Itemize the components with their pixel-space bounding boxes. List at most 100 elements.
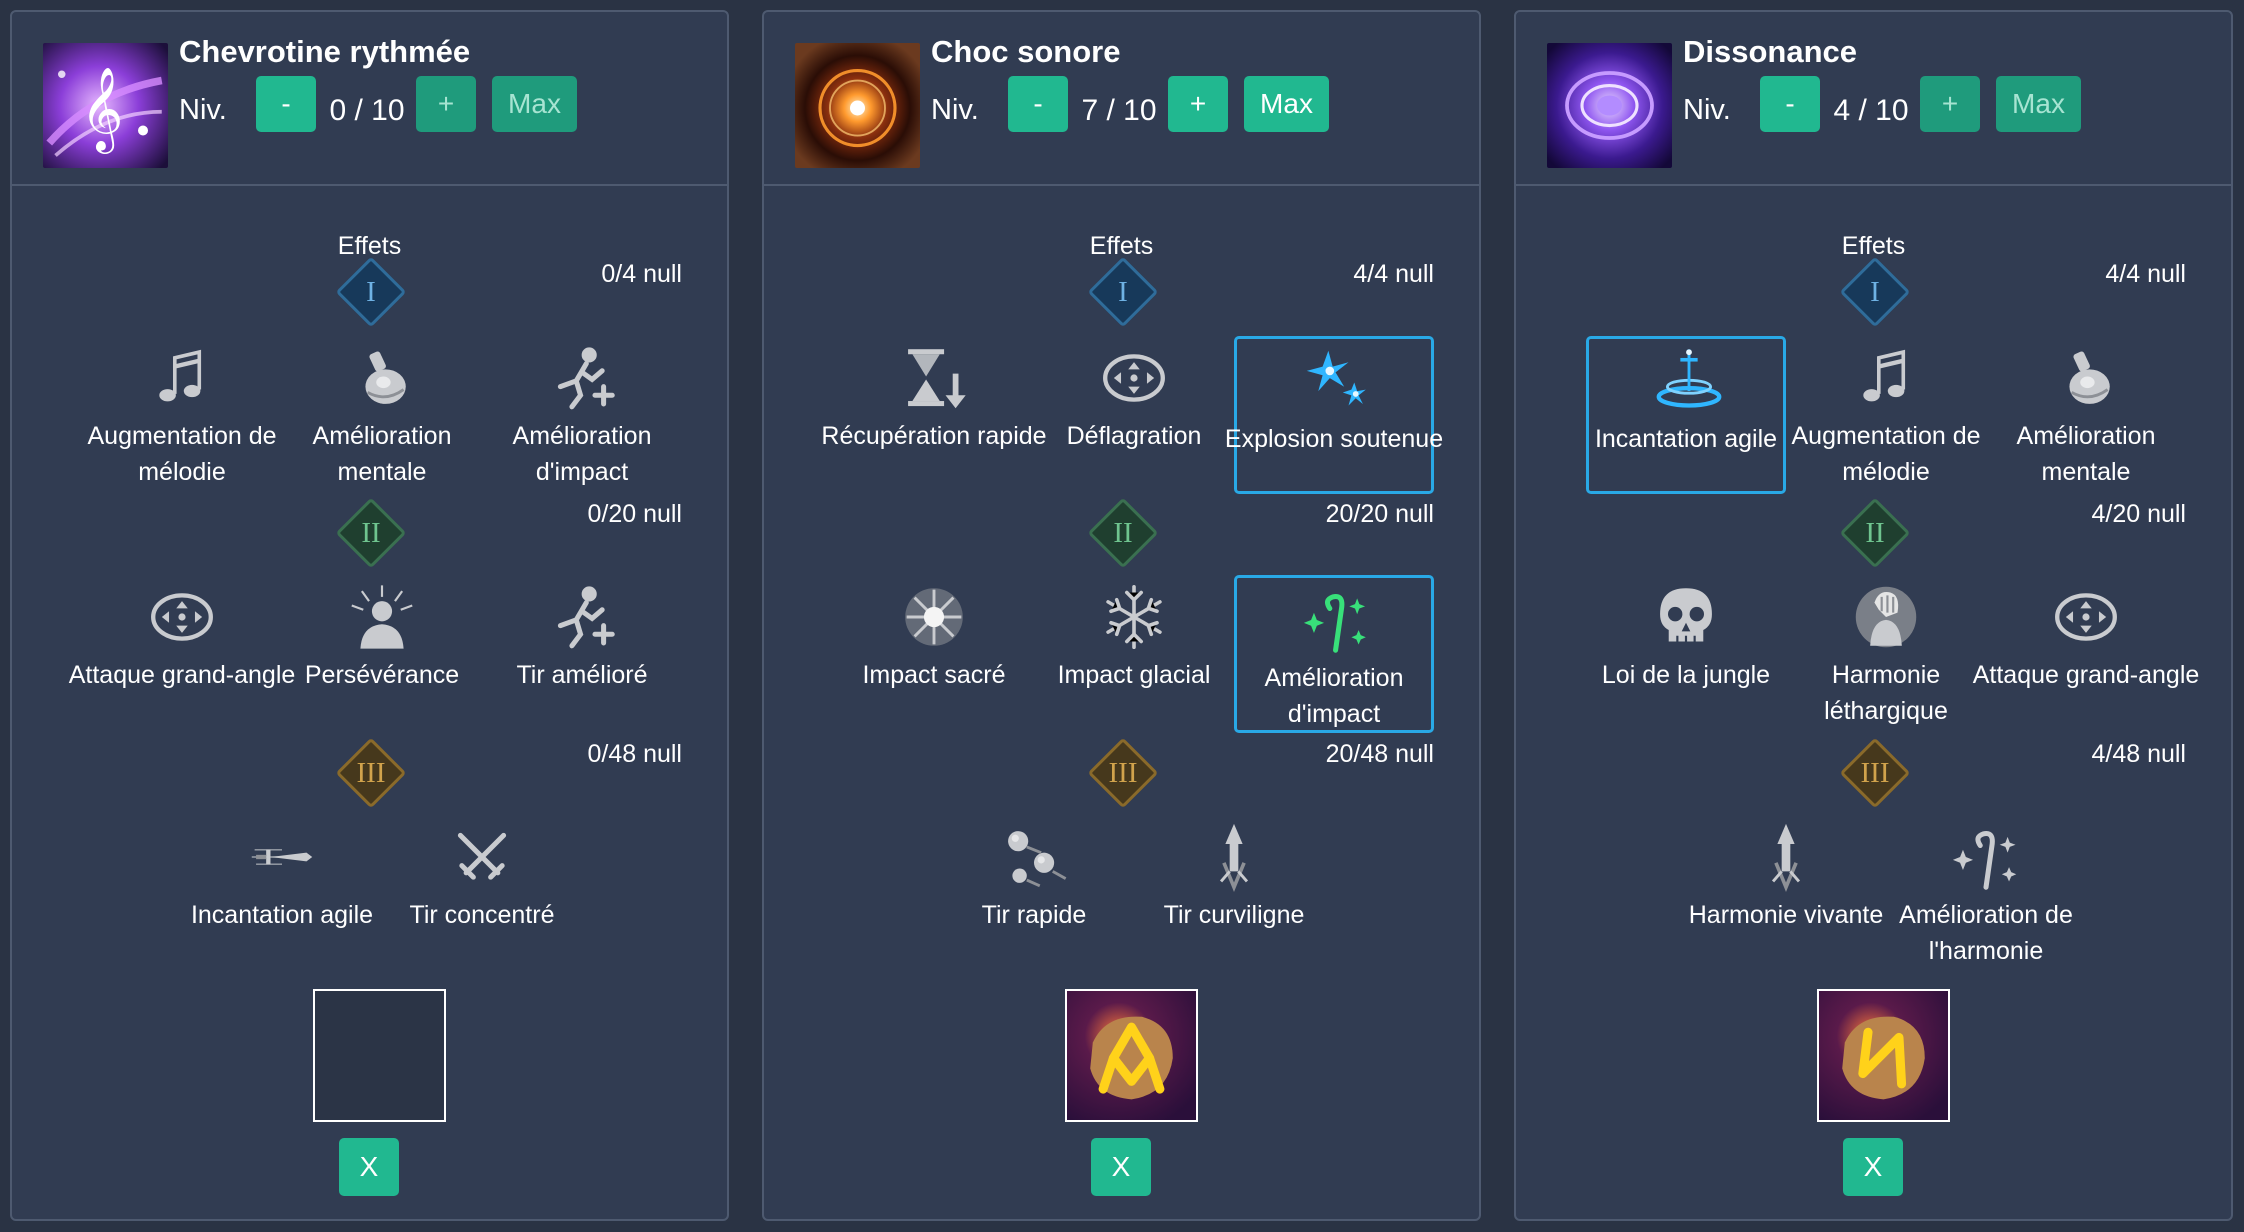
music-note-wave-icon: 𝄞 <box>43 43 168 168</box>
effect-label: Amélioration d'impact <box>512 422 652 486</box>
effect-option[interactable]: Loi de la jungle <box>1586 575 1786 733</box>
effect-label: Amélioration de l'harmonie <box>1899 901 2073 965</box>
level-label: Niv. <box>931 94 979 126</box>
effect-label: Incantation agile <box>190 901 374 929</box>
effect-label: Récupération rapide <box>821 422 1047 450</box>
potion-flask-icon <box>346 342 418 414</box>
effect-option[interactable]: Amélioration d'impact <box>1234 575 1434 733</box>
effect-option[interactable]: Incantation agile <box>1586 336 1786 494</box>
skill-panel: 𝄞 Chevrotine rythmée Niv. -0 / 10 + Max Effets… <box>10 10 729 1221</box>
effect-option[interactable]: Harmonie vivante <box>1686 815 1886 973</box>
svg-text:𝄞: 𝄞 <box>81 67 124 154</box>
skill-header: Choc sonore Niv. -7 / 10 + Max <box>764 12 1479 186</box>
effect-label: Impact glacial <box>1057 661 1211 689</box>
effect-option[interactable]: Augmentation de mélodie <box>82 336 282 494</box>
level-value: 7 / 10 <box>1081 94 1157 127</box>
level-decrease-button[interactable]: - <box>256 76 316 132</box>
skill-name: Choc sonore <box>931 34 1121 69</box>
effect-label: Explosion soutenue <box>1224 425 1444 453</box>
effect-label: Augmentation de mélodie <box>1791 422 1981 486</box>
level-decrease-button[interactable]: - <box>1008 76 1068 132</box>
level-max-button[interactable]: Max <box>492 76 577 132</box>
effect-label: Incantation agile <box>1594 425 1778 453</box>
effect-option[interactable]: Amélioration mentale <box>1986 336 2186 494</box>
effect-option[interactable]: Tir concentré <box>382 815 582 973</box>
remove-rune-button[interactable]: X <box>1843 1138 1903 1196</box>
tier-points-count: 4/4 null <box>2105 260 2186 288</box>
level-value: 0 / 10 <box>329 94 405 127</box>
tier-numeral: I <box>1118 276 1128 308</box>
effect-option[interactable]: Récupération rapide <box>821 336 1047 494</box>
effect-label: Impact sacré <box>862 661 1006 689</box>
effects-title: Effets <box>1841 232 1906 260</box>
blue-sparks-icon <box>1301 345 1373 417</box>
wide-arrows-icon <box>2050 581 2122 653</box>
remove-rune-button[interactable]: X <box>1091 1138 1151 1196</box>
music-notes-icon <box>146 342 218 414</box>
hourglass-arrow-icon <box>898 342 970 414</box>
effect-option[interactable]: Explosion soutenue <box>1225 336 1443 494</box>
skill-name: Dissonance <box>1683 34 1858 69</box>
blue-sword-pedestal-icon <box>1653 345 1725 417</box>
effect-option[interactable]: Tir amélioré <box>482 575 682 733</box>
effect-option[interactable]: Incantation agile <box>182 815 382 973</box>
level-decrease-button[interactable]: - <box>1760 76 1820 132</box>
effect-option[interactable]: Tir rapide <box>934 815 1134 973</box>
effect-option[interactable]: Augmentation de mélodie <box>1786 336 1986 494</box>
level-max-button[interactable]: Max <box>1244 76 1329 132</box>
effect-label: Tir curviligne <box>1163 901 1305 929</box>
rune-slot[interactable] <box>1817 989 1950 1122</box>
effect-option[interactable]: Attaque grand-angle <box>69 575 295 733</box>
effect-option[interactable]: Attaque grand-angle <box>1973 575 2199 733</box>
effect-option[interactable]: Tir curviligne <box>1134 815 1334 973</box>
tier-points-count: 4/20 null <box>2091 500 2186 528</box>
tier-points-count: 0/48 null <box>587 740 682 768</box>
skill-panel: Choc sonore Niv. -7 / 10 + Max Effets I 4/4 nul… <box>762 10 1481 1221</box>
level-increase-button[interactable]: + <box>1920 76 1980 132</box>
swift-sword-icon <box>246 821 318 893</box>
purple-vortex-icon <box>1547 43 1672 168</box>
green-staff-sparkle-icon <box>1301 584 1373 656</box>
level-label: Niv. <box>1683 94 1731 126</box>
holy-sun-icon <box>898 581 970 653</box>
level-value: 4 / 10 <box>1833 94 1909 127</box>
tier-points-count: 20/20 null <box>1325 500 1434 528</box>
level-increase-button[interactable]: + <box>1168 76 1228 132</box>
tier-numeral: II <box>361 517 381 549</box>
effect-label: Tir concentré <box>409 901 555 929</box>
level-increase-button[interactable]: + <box>416 76 476 132</box>
rune-slot[interactable] <box>1065 989 1198 1122</box>
effect-option[interactable]: Persévérance <box>282 575 482 733</box>
skill-panel: Dissonance Niv. -4 / 10 + Max Effets I 4/4 null… <box>1514 10 2233 1221</box>
sprint-plus-icon <box>546 342 618 414</box>
tier-numeral: III <box>1108 757 1138 789</box>
tier-points-count: 20/48 null <box>1325 740 1434 768</box>
empty-rune-slot[interactable] <box>313 989 446 1122</box>
effect-label: Persévérance <box>304 661 460 689</box>
face-palm-icon <box>1850 581 1922 653</box>
arrow-up-icon <box>1750 821 1822 893</box>
tier-numeral: I <box>1870 276 1880 308</box>
staff-sparkle-icon <box>1950 821 2022 893</box>
tier-points-count: 0/4 null <box>601 260 682 288</box>
effect-option[interactable]: Amélioration mentale <box>282 336 482 494</box>
effect-label: Déflagration <box>1066 422 1202 450</box>
fire-orb-icon <box>795 43 920 168</box>
effect-option[interactable]: Impact sacré <box>834 575 1034 733</box>
effect-label: Attaque grand-angle <box>68 661 296 689</box>
effect-option[interactable]: Harmonie léthargique <box>1786 575 1986 733</box>
sprint-plus-icon <box>546 581 618 653</box>
tier-numeral: III <box>1860 757 1890 789</box>
arrow-up-icon <box>1198 821 1270 893</box>
effect-option[interactable]: Amélioration d'impact <box>482 336 682 494</box>
skull-icon <box>1650 581 1722 653</box>
effect-option[interactable]: Déflagration <box>1034 336 1234 494</box>
effect-label: Amélioration d'impact <box>1264 664 1404 728</box>
effect-option[interactable]: Amélioration de l'harmonie <box>1886 815 2086 973</box>
level-max-button[interactable]: Max <box>1996 76 2081 132</box>
effect-label: Augmentation de mélodie <box>87 422 277 486</box>
effect-label: Amélioration mentale <box>312 422 452 486</box>
remove-rune-button[interactable]: X <box>339 1138 399 1196</box>
effect-option[interactable]: Impact glacial <box>1034 575 1234 733</box>
effect-label: Harmonie léthargique <box>1824 661 1948 725</box>
